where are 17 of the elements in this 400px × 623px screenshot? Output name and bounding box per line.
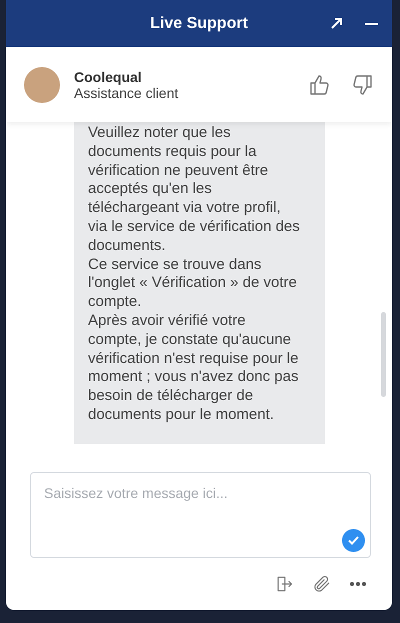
agent-name: Coolequal bbox=[74, 68, 143, 84]
message-text: Veuillez noter que les documents requis pour la vérification ne peuvent être acceptés qu'en les téléchargeant via votre profil, via le service de vérification des documents. bbox=[88, 124, 301, 256]
window-title: Live Support bbox=[150, 14, 248, 32]
more-icon bbox=[350, 582, 366, 586]
avatar bbox=[24, 66, 60, 102]
paperclip-icon bbox=[312, 574, 332, 594]
message-text: Après avoir vérifié votre compte, je constate qu'aucune vérification n'est requise pour le moment ; vous n'avez donc pas besoin de télécharger de documents pour le moment. bbox=[88, 312, 300, 425]
check-icon bbox=[348, 536, 359, 545]
more-button[interactable] bbox=[350, 582, 366, 586]
send-button[interactable] bbox=[342, 529, 365, 552]
message-text: Ce service se trouve dans l'onglet « Vérification » de votre compte. bbox=[88, 256, 298, 312]
message-field[interactable]: Saisissez votre message ici... bbox=[30, 472, 371, 558]
scrollbar[interactable] bbox=[381, 312, 386, 397]
arrow-icon bbox=[330, 17, 343, 30]
attach-button[interactable] bbox=[312, 574, 332, 594]
minus-icon bbox=[365, 22, 378, 24]
agent-role: Assistance client bbox=[74, 84, 180, 100]
